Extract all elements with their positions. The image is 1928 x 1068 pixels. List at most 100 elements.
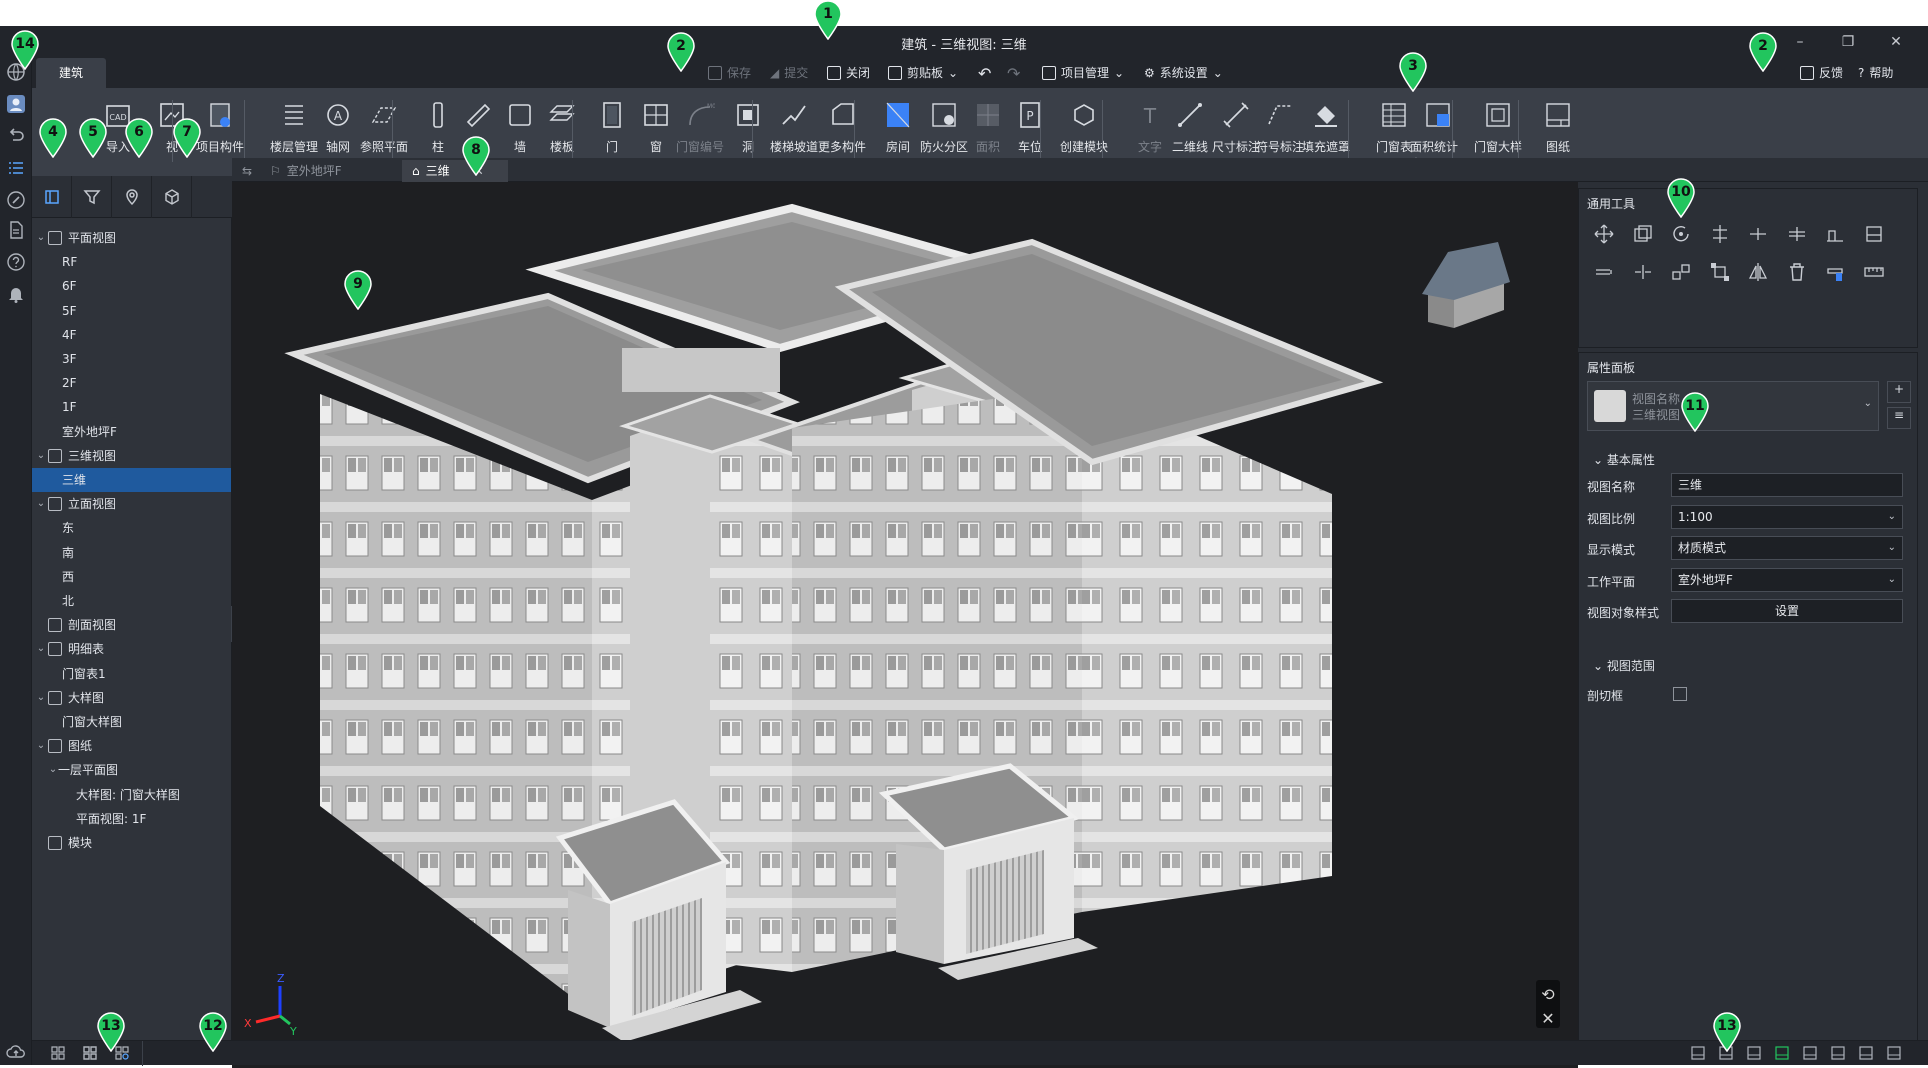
- fullscreen-icon[interactable]: [1886, 1045, 1902, 1061]
- link-icon[interactable]: [6, 190, 26, 210]
- ucs-icon[interactable]: [1746, 1045, 1762, 1061]
- tree-item[interactable]: 2F: [32, 371, 231, 395]
- tree-item[interactable]: 东: [32, 516, 231, 540]
- property-select[interactable]: 1:100 ⌄: [1671, 504, 1903, 529]
- tab-view-browser[interactable]: [32, 176, 72, 218]
- tree-item[interactable]: ⌄ 一层平面图: [32, 758, 231, 782]
- array-icon[interactable]: [1591, 259, 1617, 285]
- delete-icon[interactable]: [1784, 259, 1810, 285]
- bell-icon[interactable]: [6, 284, 26, 304]
- tree-item[interactable]: 门窗表1: [32, 662, 231, 686]
- tree-item[interactable]: 门窗大样图: [32, 710, 231, 734]
- tree-item[interactable]: 5F: [32, 299, 231, 323]
- view-range-section[interactable]: ⌄ 视图范围: [1593, 657, 1655, 674]
- chevron-down-icon[interactable]: ⌄: [36, 492, 46, 516]
- chevron-down-icon[interactable]: ⌄: [36, 734, 46, 758]
- group-icon[interactable]: [1707, 259, 1733, 285]
- property-select[interactable]: 材质模式 ⌄: [1671, 536, 1903, 560]
- property-select[interactable]: 室外地坪F ⌄: [1671, 567, 1903, 592]
- chevron-down-icon[interactable]: ⌄: [36, 226, 46, 250]
- tab-outdoor-ground[interactable]: ⚐ 室外地坪F: [260, 160, 370, 182]
- save-button[interactable]: 保存: [708, 64, 751, 81]
- tree-item[interactable]: ⌄ 立面视图: [32, 492, 231, 516]
- rotate-icon[interactable]: [1668, 221, 1694, 247]
- extend-icon[interactable]: [1822, 221, 1848, 247]
- help-button[interactable]: ? 帮助: [1858, 64, 1893, 81]
- tree-item[interactable]: 南: [32, 541, 231, 565]
- tree-item[interactable]: 室外地坪F: [32, 420, 231, 444]
- layout-grid-icon[interactable]: [50, 1045, 66, 1061]
- tree-item[interactable]: 6F: [32, 274, 231, 298]
- measure-icon[interactable]: [1861, 259, 1887, 285]
- minimize-button[interactable]: –: [1784, 30, 1816, 54]
- match-icon[interactable]: [1822, 259, 1848, 285]
- basic-properties-section[interactable]: ⌄ 基本属性: [1593, 451, 1655, 468]
- tree-item[interactable]: 三维: [32, 468, 231, 492]
- selection-filter-icon[interactable]: [1830, 1045, 1846, 1061]
- tree-item[interactable]: ⌄ 平面视图: [32, 226, 231, 250]
- tree-item[interactable]: 北: [32, 589, 231, 613]
- tab-filter[interactable]: [72, 176, 112, 218]
- split-icon[interactable]: [1745, 221, 1771, 247]
- tree-item[interactable]: ⌄ 大样图: [32, 686, 231, 710]
- snap-icon[interactable]: [1690, 1045, 1706, 1061]
- system-settings-button[interactable]: ⚙ 系统设置 ⌄: [1144, 64, 1223, 81]
- clipboard-button[interactable]: 剪贴板 ⌄: [888, 64, 958, 81]
- tree-item[interactable]: 4F: [32, 323, 231, 347]
- sheet-status-icon[interactable]: [1858, 1045, 1874, 1061]
- object-style-settings-button[interactable]: 设置: [1671, 599, 1903, 623]
- copy-icon[interactable]: [1630, 221, 1656, 247]
- tree-item[interactable]: 西: [32, 565, 231, 589]
- tab-location[interactable]: [112, 176, 152, 218]
- offset-icon[interactable]: [1784, 221, 1810, 247]
- trim-icon[interactable]: [1861, 221, 1887, 247]
- user-avatar-icon[interactable]: [6, 94, 26, 114]
- feedback-button[interactable]: 反馈: [1800, 64, 1843, 81]
- redo-button[interactable]: ↷: [1007, 64, 1020, 83]
- tab-model[interactable]: [152, 176, 192, 218]
- link-status-icon[interactable]: [1774, 1045, 1790, 1061]
- chevron-down-icon[interactable]: ⌄: [36, 444, 46, 468]
- align-icon[interactable]: [1707, 221, 1733, 247]
- type-settings-button[interactable]: ≡: [1887, 407, 1911, 429]
- cloud-upload-icon[interactable]: [6, 1042, 26, 1062]
- chevron-down-icon[interactable]: ⌄: [36, 637, 46, 661]
- close-doc-button[interactable]: 关闭: [827, 64, 870, 81]
- type-selector[interactable]: 视图名称 三维视图 ⌄: [1587, 381, 1879, 431]
- view-cube[interactable]: [1422, 242, 1510, 328]
- break-icon[interactable]: [1630, 259, 1656, 285]
- viewport-nav-controls[interactable]: ⟲ ✕: [1536, 980, 1560, 1028]
- tree-item[interactable]: ⌄ 明细表: [32, 637, 231, 661]
- undo-button[interactable]: ↶: [978, 64, 991, 83]
- tree-item[interactable]: 平面视图: 1F: [32, 807, 231, 831]
- mirror-icon[interactable]: [1745, 259, 1771, 285]
- tree-item[interactable]: ⌄ 图纸: [32, 734, 231, 758]
- move-icon[interactable]: [1591, 221, 1617, 247]
- restore-button[interactable]: ❐: [1832, 30, 1864, 54]
- add-type-button[interactable]: +: [1887, 381, 1911, 403]
- cut-box-checkbox[interactable]: [1673, 687, 1687, 701]
- tab-3d[interactable]: ⌂三维✕: [402, 160, 508, 182]
- tree-item[interactable]: 大样图: 门窗大样图: [32, 783, 231, 807]
- submit-button[interactable]: ◢ 提交: [770, 64, 808, 81]
- help-circle-icon[interactable]: [6, 252, 26, 272]
- property-input[interactable]: 三维: [1671, 473, 1903, 497]
- annotation-scale-icon[interactable]: [1802, 1045, 1818, 1061]
- project-management-button[interactable]: 项目管理 ⌄: [1042, 64, 1124, 81]
- list-icon[interactable]: [6, 158, 26, 178]
- 3d-viewport[interactable]: ⟲ ✕ Z X Y: [232, 182, 1578, 1068]
- tree-item[interactable]: 剖面视图: [32, 613, 231, 637]
- tree-item[interactable]: 模块: [32, 831, 231, 855]
- tree-item[interactable]: 1F: [32, 395, 231, 419]
- tree-item[interactable]: 3F: [32, 347, 231, 371]
- chevron-down-icon[interactable]: ⌄: [48, 758, 58, 782]
- document-icon[interactable]: [6, 220, 26, 240]
- chevron-down-icon[interactable]: ⌄: [36, 686, 46, 710]
- ribbon-tab-architecture[interactable]: 建筑: [36, 58, 106, 88]
- tree-item[interactable]: ⌄ 三维视图: [32, 444, 231, 468]
- close-window-button[interactable]: ✕: [1880, 30, 1912, 54]
- tab-list-icon[interactable]: ⇆: [238, 160, 256, 182]
- tree-item[interactable]: RF: [32, 250, 231, 274]
- undo-icon[interactable]: [6, 126, 26, 146]
- scale-icon[interactable]: [1668, 259, 1694, 285]
